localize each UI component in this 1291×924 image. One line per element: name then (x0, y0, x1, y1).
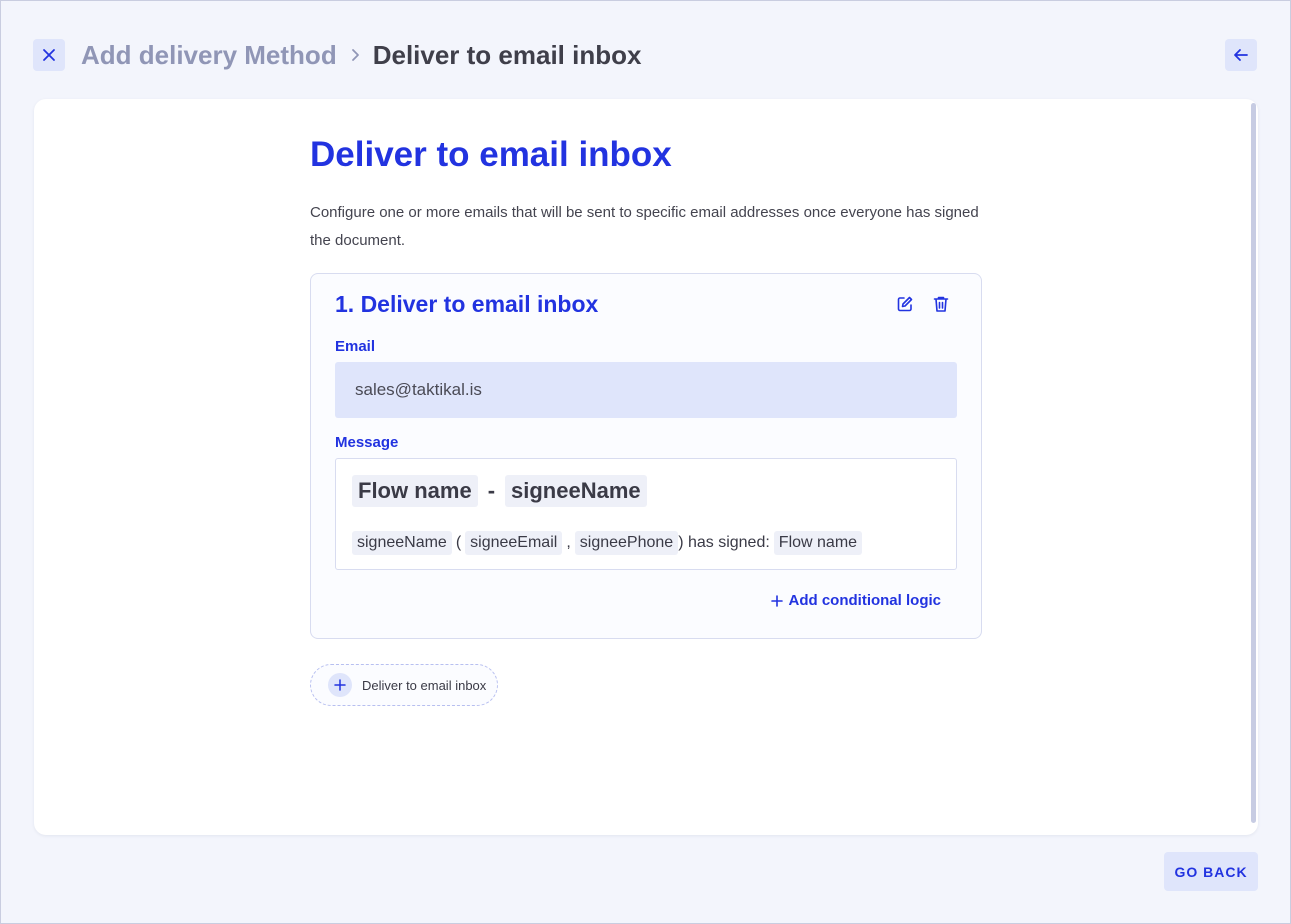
breadcrumb-parent[interactable]: Add delivery Method (81, 40, 337, 71)
add-delivery-button[interactable]: Deliver to email inbox (310, 664, 498, 706)
body-text: ) has signed: (678, 534, 770, 551)
variable-chip[interactable]: signeeEmail (465, 531, 563, 555)
variable-chip[interactable]: signeeName (505, 475, 647, 507)
go-back-button[interactable]: GO BACK (1164, 852, 1258, 891)
add-conditional-logic-label: Add conditional logic (788, 592, 942, 609)
page-title: Deliver to email inbox (310, 135, 672, 174)
variable-chip[interactable]: signeeName (352, 531, 452, 555)
email-field[interactable]: sales@taktikal.is (335, 362, 957, 418)
variable-chip[interactable]: signeePhone (574, 531, 679, 555)
close-icon (43, 49, 55, 61)
body-text: ( (455, 534, 462, 551)
chevron-right-icon (351, 48, 361, 62)
card-title: 1. Deliver to email inbox (335, 291, 599, 317)
plus-icon (328, 673, 352, 697)
edit-icon (897, 296, 913, 312)
add-conditional-logic-button[interactable]: Add conditional logic (770, 592, 942, 609)
variable-chip[interactable]: Flow name (352, 475, 478, 507)
arrow-left-icon (1234, 49, 1248, 61)
add-delivery-label: Deliver to email inbox (362, 677, 487, 693)
plus-icon (770, 594, 783, 607)
message-subject: Flow name - signeeName (352, 475, 647, 507)
message-body: signeeName ( signeeEmail , signeePhone )… (352, 531, 863, 555)
page-description: Configure one or more emails that will b… (310, 204, 979, 249)
message-label: Message (335, 434, 399, 451)
email-label: Email (335, 338, 376, 355)
delivery-card: 1. Deliver to email inbox Email sales@ta… (310, 273, 982, 639)
subject-separator: - (487, 478, 496, 503)
content: Deliver to email inbox Configure one or … (310, 133, 982, 706)
main-panel: Deliver to email inbox Configure one or … (34, 99, 1258, 835)
delete-button[interactable] (931, 294, 951, 314)
edit-button[interactable] (895, 294, 915, 314)
body-text: , (566, 534, 571, 551)
top-bar: Add delivery Method Deliver to email inb… (33, 39, 1257, 71)
card-actions (895, 294, 951, 314)
trash-icon (933, 296, 949, 312)
scrollbar[interactable] (1251, 103, 1256, 823)
breadcrumb-current: Deliver to email inbox (372, 39, 642, 70)
variable-chip[interactable]: Flow name (773, 531, 863, 555)
close-button[interactable] (33, 39, 65, 71)
back-button[interactable] (1225, 39, 1257, 71)
message-editor[interactable]: Flow name - signeeName signeeName ( sign… (335, 458, 957, 570)
